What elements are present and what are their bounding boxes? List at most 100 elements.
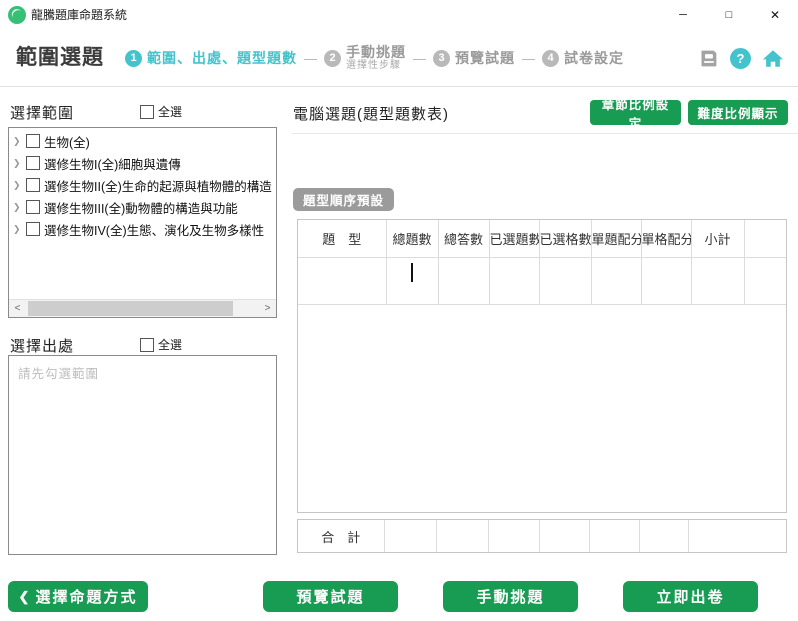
tree-item-biology-all[interactable]: ❯ 生物(全) — [9, 130, 276, 152]
window-title: 龍騰題庫命題系統 — [31, 8, 128, 22]
tree-item-checkbox[interactable] — [26, 156, 40, 170]
chevron-right-icon[interactable]: ❯ — [13, 158, 22, 169]
chevron-right-icon[interactable]: ❯ — [13, 136, 22, 147]
range-section-header: 選擇範圍 全選 — [10, 101, 278, 123]
manual-pick-button[interactable]: 手動挑題 — [443, 581, 578, 612]
step-4-label: 試卷設定 — [564, 49, 624, 66]
tree-item-checkbox[interactable] — [26, 134, 40, 148]
step-3-preview[interactable]: 3 預覽試題 — [433, 49, 515, 67]
step-2-badge: 2 — [324, 49, 341, 67]
header: 範圍選題 1 範圍、出處、題型題數 — 2 手動挑題 選擇性步驟 — 3 預覽試… — [0, 30, 798, 87]
source-select-all-label: 全選 — [158, 338, 183, 352]
total-cell — [589, 520, 640, 552]
col-question-type: 題 型 — [298, 220, 387, 258]
tree-item-elective-4[interactable]: ❯ 選修生物IV(全)生態、演化及生物多樣性 — [9, 218, 276, 240]
step-separator: — — [413, 50, 426, 66]
chevron-right-icon[interactable]: ❯ — [13, 202, 22, 213]
chevron-right-icon[interactable]: ❯ — [13, 224, 22, 235]
home-icon[interactable] — [762, 47, 784, 69]
source-select-all-checkbox[interactable] — [140, 337, 154, 352]
horizontal-scrollbar[interactable]: < > — [9, 299, 276, 317]
source-list: 請先勾選範圍 — [8, 355, 277, 555]
step-2-sublabel: 選擇性步驟 — [346, 60, 401, 72]
difficulty-ratio-button[interactable]: 難度比例顯示 — [688, 100, 788, 125]
scroll-right-icon[interactable]: > — [259, 300, 276, 317]
total-cell — [488, 520, 540, 552]
total-cell — [539, 520, 590, 552]
page-title: 範圍選題 — [16, 46, 104, 69]
maximize-icon[interactable]: □ — [706, 0, 752, 30]
step-1-label: 範圍、出處、題型題數 — [147, 49, 297, 66]
col-total-answers: 總答數 — [438, 220, 490, 258]
wizard-steps: 1 範圍、出處、題型題數 — 2 手動挑題 選擇性步驟 — 3 預覽試題 — 4… — [125, 30, 624, 86]
total-row: 合 計 — [297, 519, 787, 553]
source-select-all[interactable]: 全選 — [140, 336, 182, 353]
back-to-mode-button[interactable]: ❮ 選擇命題方式 — [8, 581, 148, 612]
total-label: 合 計 — [298, 520, 385, 552]
tree-item-elective-1[interactable]: ❯ 選修生物I(全)細胞與遺傳 — [9, 152, 276, 174]
generate-paper-button[interactable]: 立即出卷 — [623, 581, 758, 612]
tree-item-checkbox[interactable] — [26, 178, 40, 192]
help-icon[interactable]: ? — [730, 47, 751, 69]
total-cell — [639, 520, 689, 552]
source-section-title: 選擇出處 — [10, 337, 75, 355]
step-separator: — — [522, 50, 535, 66]
cell-question-type[interactable] — [298, 257, 387, 305]
cell-total-answers[interactable] — [438, 257, 490, 305]
save-icon[interactable] — [697, 47, 719, 69]
text-cursor — [410, 263, 413, 282]
tree-item-elective-3[interactable]: ❯ 選修生物III(全)動物體的構造與功能 — [9, 196, 276, 218]
scroll-left-icon[interactable]: < — [9, 300, 26, 317]
range-tree: ❯ 生物(全) ❯ 選修生物I(全)細胞與遺傳 ❯ 選修生物II(全)生命的起源… — [8, 127, 277, 318]
range-select-all[interactable]: 全選 — [140, 103, 182, 120]
total-cell — [436, 520, 489, 552]
step-4-paper-settings[interactable]: 4 試卷設定 — [542, 49, 624, 67]
question-type-order-preset-button[interactable]: 題型順序預設 — [293, 188, 395, 211]
col-selected-blanks: 已選格數 — [539, 220, 592, 258]
cell-extra[interactable] — [744, 257, 786, 305]
range-select-all-label: 全選 — [158, 105, 183, 119]
step-3-label: 預覽試題 — [455, 49, 515, 66]
table-header-row: 題 型 總題數 總答數 已選題數 已選格數 單題配分 單格配分 小計 — [298, 220, 786, 258]
range-section-title: 選擇範圍 — [10, 104, 75, 122]
cell-points-per-blank[interactable] — [641, 257, 692, 305]
cell-points-per-question[interactable] — [591, 257, 642, 305]
cell-selected-questions[interactable] — [489, 257, 540, 305]
step-2-label: 手動挑題 — [346, 44, 406, 61]
close-icon[interactable]: ✕ — [752, 0, 798, 30]
minimize-icon[interactable]: ─ — [660, 0, 706, 30]
tree-item-checkbox[interactable] — [26, 222, 40, 236]
col-extra — [744, 220, 786, 258]
chevron-right-icon[interactable]: ❯ — [13, 180, 22, 191]
source-section-header: 選擇出處 全選 — [10, 334, 278, 356]
chevron-left-icon: ❮ — [18, 588, 30, 604]
tree-item-checkbox[interactable] — [26, 200, 40, 214]
scrollbar-thumb[interactable] — [28, 301, 233, 316]
col-points-per-blank: 單格配分 — [641, 220, 692, 258]
divider — [292, 133, 798, 134]
question-type-table: 題 型 總題數 總答數 已選題數 已選格數 單題配分 單格配分 小計 — [297, 219, 787, 513]
cell-total-questions[interactable] — [386, 257, 439, 305]
chapter-ratio-button[interactable]: 章節比例設定 — [590, 98, 681, 131]
cell-selected-blanks[interactable] — [539, 257, 592, 305]
tree-item-elective-2[interactable]: ❯ 選修生物II(全)生命的起源與植物體的構造 — [9, 174, 276, 196]
range-select-all-checkbox[interactable] — [140, 104, 154, 119]
col-selected-questions: 已選題數 — [489, 220, 540, 258]
preview-questions-button[interactable]: 預覽試題 — [263, 581, 398, 612]
titlebar: 龍騰題庫命題系統 ─ □ ✕ — [0, 0, 798, 31]
step-4-badge: 4 — [542, 49, 559, 67]
col-subtotal: 小計 — [691, 220, 745, 258]
footer: ❮ 選擇命題方式 預覽試題 手動挑題 立即出卷 — [0, 575, 798, 621]
step-1-badge: 1 — [125, 49, 142, 67]
step-2-manual-pick[interactable]: 2 手動挑題 選擇性步驟 — [324, 44, 406, 72]
col-points-per-question: 單題配分 — [591, 220, 642, 258]
total-cell — [688, 520, 786, 552]
cell-subtotal[interactable] — [691, 257, 745, 305]
step-3-badge: 3 — [433, 49, 450, 67]
table-row — [298, 257, 786, 305]
total-cell — [384, 520, 437, 552]
step-separator: — — [304, 50, 317, 66]
step-1-range[interactable]: 1 範圍、出處、題型題數 — [125, 49, 297, 67]
app-logo-icon — [8, 6, 26, 24]
col-total-questions: 總題數 — [386, 220, 439, 258]
